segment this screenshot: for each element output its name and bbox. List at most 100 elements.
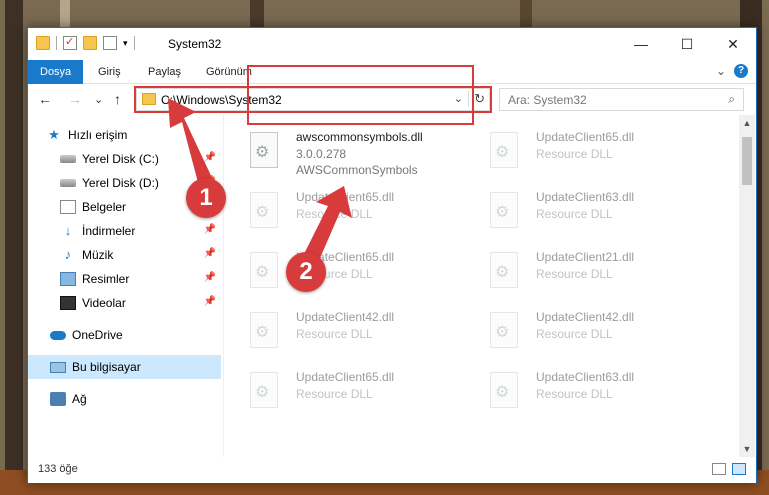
scroll-down-icon[interactable]: ▼ <box>739 441 755 457</box>
sidebar-item-downloads[interactable]: ↓ İndirmeler 📌 <box>28 219 221 243</box>
close-button[interactable]: ✕ <box>710 28 756 60</box>
file-name: UpdateClient63.dll <box>536 190 635 204</box>
music-icon: ♪ <box>64 247 72 262</box>
dll-file-icon <box>490 192 518 228</box>
sidebar-item-label: İndirmeler <box>82 224 136 238</box>
tab-home[interactable]: Giriş <box>86 60 133 84</box>
file-item[interactable]: UpdateClient21.dll Resource DLL <box>468 240 698 300</box>
item-count: 133 öğe <box>38 463 78 475</box>
scroll-thumb[interactable] <box>742 137 752 185</box>
file-version: 3.0.0.278 <box>296 147 347 161</box>
star-icon: ★ <box>48 127 60 142</box>
file-item[interactable]: UpdateClient65.dll Resource DLL <box>468 120 698 180</box>
properties-icon[interactable] <box>63 35 77 50</box>
sidebar-item-this-pc[interactable]: Bu bilgisayar <box>28 355 221 379</box>
file-description: Resource DLL <box>296 327 373 341</box>
search-placeholder: Ara: System32 <box>508 93 587 107</box>
file-item-awscommonsymbols[interactable]: awscommonsymbols.dll 3.0.0.278 AWSCommon… <box>228 120 458 180</box>
toolbar-dropdown-icon[interactable]: ▾ <box>123 38 128 49</box>
new-folder-icon[interactable] <box>83 36 97 50</box>
dll-file-icon <box>250 312 278 348</box>
file-description: Resource DLL <box>536 327 613 341</box>
file-name: UpdateClient65.dll <box>296 370 395 384</box>
sidebar-item-label: Müzik <box>82 248 114 262</box>
file-highlight-box <box>247 65 474 125</box>
sidebar-item-label: Resimler <box>82 272 130 286</box>
file-item[interactable]: UpdateClient65.dll Resource DLL <box>228 360 458 420</box>
documents-icon <box>60 200 76 214</box>
file-item[interactable]: UpdateClient63.dll Resource DLL <box>468 180 698 240</box>
dll-file-icon <box>250 252 278 288</box>
file-description: Resource DLL <box>536 387 613 401</box>
pane-divider <box>223 115 224 457</box>
help-icon[interactable]: ? <box>734 64 748 78</box>
search-input[interactable]: Ara: System32 ⌕ <box>499 88 744 111</box>
download-icon: ↓ <box>64 223 72 238</box>
details-view-icon[interactable] <box>712 463 726 475</box>
forward-icon[interactable]: → <box>68 91 82 107</box>
maximize-button[interactable]: ☐ <box>664 28 710 60</box>
pin-icon[interactable]: 📌 <box>204 248 216 259</box>
step-badge-2: 2 <box>286 252 326 292</box>
dll-file-icon <box>250 192 278 228</box>
back-icon[interactable]: ← <box>38 91 52 107</box>
up-icon[interactable]: ↑ <box>114 91 121 107</box>
file-name: UpdateClient63.dll <box>536 370 635 384</box>
minimize-button[interactable]: — <box>618 28 664 60</box>
sidebar-item-label: Belgeler <box>82 200 127 214</box>
tab-file[interactable]: Dosya <box>28 60 84 84</box>
sidebar-item-label: Bu bilgisayar <box>72 360 141 374</box>
dll-file-icon <box>490 312 518 348</box>
file-item[interactable]: UpdateClient42.dll Resource DLL <box>228 300 458 360</box>
expand-ribbon-icon[interactable]: ⌄ <box>716 64 726 78</box>
toolbar-divider <box>133 36 135 50</box>
sidebar-item-label: OneDrive <box>72 328 123 342</box>
file-item[interactable]: UpdateClient63.dll Resource DLL <box>468 360 698 420</box>
quick-access-toolbar: ▾ <box>36 35 135 50</box>
sidebar-item-label: Hızlı erişim <box>68 128 128 142</box>
sidebar-item-pictures[interactable]: Resimler 📌 <box>28 267 221 291</box>
tiles-view-icon[interactable] <box>732 463 746 475</box>
dll-file-icon <box>250 372 278 408</box>
file-item[interactable]: UpdateClient65.dll Resource DLL <box>228 240 458 300</box>
customize-toolbar-icon[interactable] <box>103 36 117 50</box>
file-description: Resource DLL <box>536 147 613 161</box>
file-name: UpdateClient42.dll <box>536 310 635 324</box>
file-name: awscommonsymbols.dll <box>296 130 423 144</box>
pin-icon[interactable]: 📌 <box>204 272 216 283</box>
tab-share[interactable]: Paylaş <box>136 60 193 84</box>
sidebar-item-local-disk-c[interactable]: Yerel Disk (C:) 📌 <box>28 147 221 171</box>
file-item[interactable]: UpdateClient42.dll Resource DLL <box>468 300 698 360</box>
sidebar-item-label: Ağ <box>72 392 87 406</box>
scroll-up-icon[interactable]: ▲ <box>739 115 755 131</box>
sidebar-item-music[interactable]: ♪ Müzik 📌 <box>28 243 221 267</box>
network-icon <box>50 392 66 406</box>
recent-locations-icon[interactable]: ⌄ <box>94 93 103 106</box>
file-description: AWSCommonSymbols <box>296 163 418 177</box>
file-name: UpdateClient65.dll <box>296 190 395 204</box>
sidebar-item-label: Yerel Disk (D:) <box>82 176 159 190</box>
dll-file-icon <box>250 132 278 168</box>
vertical-scrollbar[interactable]: ▲ ▼ <box>739 115 755 457</box>
sidebar-item-onedrive[interactable]: OneDrive <box>28 323 221 347</box>
ribbon-controls: ⌄ ? <box>716 64 748 78</box>
sidebar-item-videos[interactable]: Videolar 📌 <box>28 291 221 315</box>
pin-icon[interactable]: 📌 <box>204 152 216 163</box>
cloud-icon <box>50 330 66 340</box>
sidebar-item-quick-access[interactable]: ★ Hızlı erişim <box>28 123 221 147</box>
step-badge-1: 1 <box>186 178 226 218</box>
folder-icon <box>36 36 50 50</box>
pin-icon[interactable]: 📌 <box>204 224 216 235</box>
sidebar-item-network[interactable]: Ağ <box>28 387 221 411</box>
pictures-icon <box>60 272 76 286</box>
file-name: UpdateClient42.dll <box>296 310 395 324</box>
file-description: Resource DLL <box>536 267 613 281</box>
file-name: UpdateClient65.dll <box>536 130 635 144</box>
dll-file-icon <box>490 132 518 168</box>
pin-icon[interactable]: 📌 <box>204 296 216 307</box>
file-item[interactable]: UpdateClient65.dll Resource DLL <box>228 180 458 240</box>
file-description: Resource DLL <box>536 207 613 221</box>
toolbar-divider <box>56 36 57 50</box>
sidebar-item-label: Yerel Disk (C:) <box>82 152 159 166</box>
file-description: Resource DLL <box>296 207 373 221</box>
